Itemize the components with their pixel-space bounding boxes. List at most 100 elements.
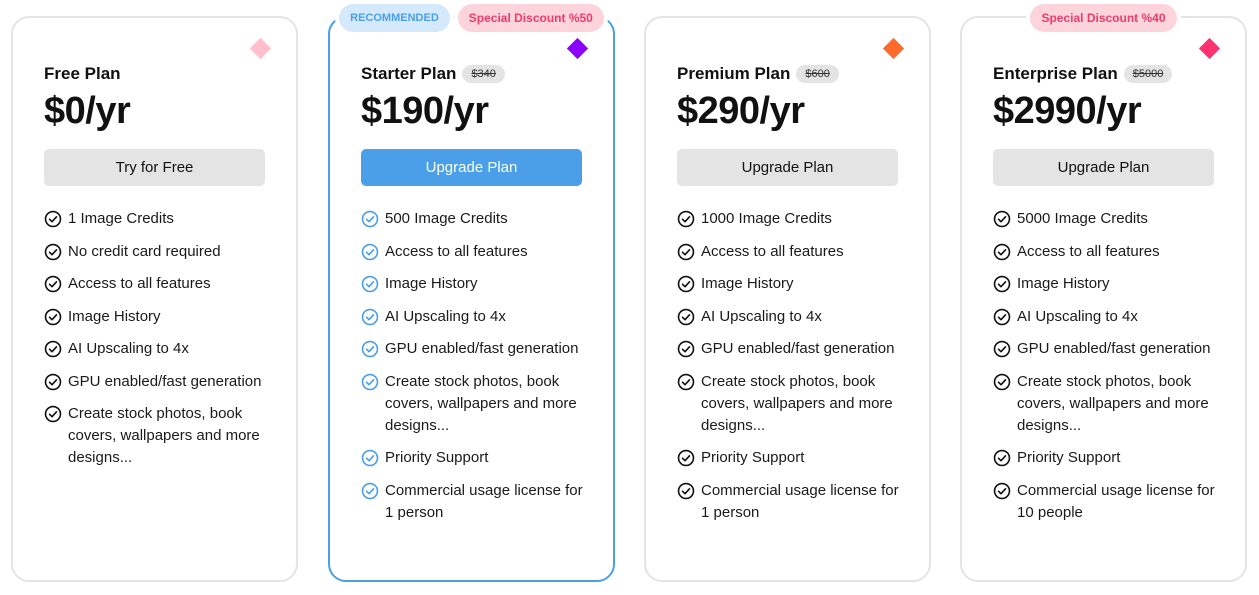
plan-header: Enterprise Plan $5000 xyxy=(993,64,1173,84)
feature-item: Priority Support xyxy=(361,447,591,469)
feature-item: Image History xyxy=(677,273,907,295)
feature-text: Commercial usage license for 10 people xyxy=(1017,481,1215,521)
check-circle-icon xyxy=(677,373,695,390)
upgrade-plan-button[interactable]: Upgrade Plan xyxy=(677,149,898,186)
feature-list: 1 Image Credits No credit card required Ac… xyxy=(44,208,274,480)
check-circle-icon xyxy=(993,482,1011,499)
check-circle-icon xyxy=(361,308,379,325)
diamond-icon xyxy=(1198,37,1221,60)
feature-text: GPU enabled/fast generation xyxy=(68,372,262,390)
pricing-card-free: Free Plan $0/yr Try for Free 1 Image Cre… xyxy=(11,16,298,582)
pricing-card-enterprise: Special Discount %40 Enterprise Plan $50… xyxy=(960,4,1247,582)
feature-item: Access to all features xyxy=(44,273,274,295)
feature-text: 1 Image Credits xyxy=(68,210,174,227)
try-for-free-button[interactable]: Try for Free xyxy=(44,149,265,186)
feature-item: Create stock photos, book covers, wallpa… xyxy=(993,371,1223,437)
feature-list: 5000 Image Credits Access to all features… xyxy=(993,208,1223,534)
feature-text: Image History xyxy=(385,275,478,292)
feature-text: Access to all features xyxy=(1017,242,1160,260)
check-circle-icon xyxy=(677,210,695,228)
feature-text: AI Upscaling to 4x xyxy=(701,307,822,325)
plan-header: Free Plan xyxy=(44,64,121,84)
check-circle-icon xyxy=(44,243,62,260)
plan-price: $2990/yr xyxy=(993,90,1142,132)
check-circle-icon xyxy=(993,340,1011,358)
upgrade-plan-button[interactable]: Upgrade Plan xyxy=(361,149,582,186)
check-circle-icon xyxy=(44,405,62,423)
feature-item: 1000 Image Credits xyxy=(677,208,907,230)
feature-item: Priority Support xyxy=(993,447,1223,469)
feature-text: AI Upscaling to 4x xyxy=(68,340,189,357)
check-circle-icon xyxy=(44,308,62,325)
check-circle-icon xyxy=(677,482,695,499)
feature-text: Priority Support xyxy=(385,449,489,466)
check-circle-icon xyxy=(44,340,62,358)
feature-item: Commercial usage license for 10 people xyxy=(993,480,1223,524)
check-circle-icon xyxy=(993,275,1011,293)
feature-text: Image History xyxy=(1017,275,1110,292)
feature-item: AI Upscaling to 4x xyxy=(361,306,591,328)
feature-item: Create stock photos, book covers, wallpa… xyxy=(44,403,274,469)
check-circle-icon xyxy=(44,275,62,293)
feature-text: Access to all features xyxy=(68,275,211,292)
check-circle-icon xyxy=(361,373,379,390)
feature-item: AI Upscaling to 4x xyxy=(993,306,1223,328)
feature-text: Access to all features xyxy=(385,242,528,260)
feature-text: Commercial usage license for 1 person xyxy=(385,481,583,521)
plan-price: $190/yr xyxy=(361,90,489,132)
check-circle-icon xyxy=(993,308,1011,325)
feature-item: Access to all features xyxy=(361,241,591,263)
plan-header: Starter Plan $340 xyxy=(361,64,505,84)
check-circle-icon xyxy=(361,340,379,358)
check-circle-icon xyxy=(677,308,695,325)
feature-text: No credit card required xyxy=(68,242,221,260)
check-circle-icon xyxy=(993,210,1011,228)
check-circle-icon xyxy=(361,210,379,228)
feature-item: AI Upscaling to 4x xyxy=(44,338,274,360)
feature-item: GPU enabled/fast generation xyxy=(44,371,274,393)
recommended-badge: RECOMMENDED xyxy=(339,4,450,32)
discount-badge: Special Discount %50 xyxy=(457,4,604,32)
feature-item: GPU enabled/fast generation xyxy=(677,338,907,360)
feature-item: GPU enabled/fast generation xyxy=(361,338,591,360)
feature-text: GPU enabled/fast generation xyxy=(1017,340,1211,357)
feature-item: Commercial usage license for 1 person xyxy=(677,480,907,524)
upgrade-plan-button[interactable]: Upgrade Plan xyxy=(993,149,1214,186)
feature-item: Create stock photos, book covers, wallpa… xyxy=(361,371,591,437)
feature-text: GPU enabled/fast generation xyxy=(701,340,895,357)
feature-item: Priority Support xyxy=(677,447,907,469)
feature-item: Image History xyxy=(361,273,591,295)
feature-text: Image History xyxy=(68,307,161,325)
feature-text: 1000 Image Credits xyxy=(701,210,832,227)
feature-text: 5000 Image Credits xyxy=(1017,210,1148,227)
feature-item: 1 Image Credits xyxy=(44,208,274,230)
plan-header: Premium Plan $600 xyxy=(677,64,839,84)
badge-row: RECOMMENDED Special Discount %50 xyxy=(330,4,613,32)
diamond-icon xyxy=(566,37,589,60)
feature-text: Priority Support xyxy=(701,449,805,466)
check-circle-icon xyxy=(993,243,1011,260)
check-circle-icon xyxy=(677,449,695,467)
original-price-badge: $600 xyxy=(796,65,839,83)
check-circle-icon xyxy=(677,243,695,260)
feature-item: Access to all features xyxy=(993,241,1223,263)
badge-row: Special Discount %40 xyxy=(962,4,1245,32)
feature-item: Access to all features xyxy=(677,241,907,263)
check-circle-icon xyxy=(44,373,62,390)
check-circle-icon xyxy=(44,210,62,228)
feature-text: Create stock photos, book covers, wallpa… xyxy=(1017,372,1209,434)
feature-text: AI Upscaling to 4x xyxy=(1017,307,1138,325)
feature-text: Create stock photos, book covers, wallpa… xyxy=(701,372,893,434)
feature-item: Image History xyxy=(993,273,1223,295)
pricing-card-starter: RECOMMENDED Special Discount %50 Starter… xyxy=(328,4,615,582)
plan-name: Enterprise Plan xyxy=(993,64,1118,83)
feature-text: Commercial usage license for 1 person xyxy=(701,481,899,521)
feature-item: GPU enabled/fast generation xyxy=(993,338,1223,360)
check-circle-icon xyxy=(993,373,1011,390)
check-circle-icon xyxy=(361,449,379,467)
check-circle-icon xyxy=(361,482,379,499)
check-circle-icon xyxy=(361,243,379,260)
plan-price: $290/yr xyxy=(677,90,805,132)
feature-item: Create stock photos, book covers, wallpa… xyxy=(677,371,907,437)
feature-list: 500 Image Credits Access to all features I… xyxy=(361,208,591,534)
